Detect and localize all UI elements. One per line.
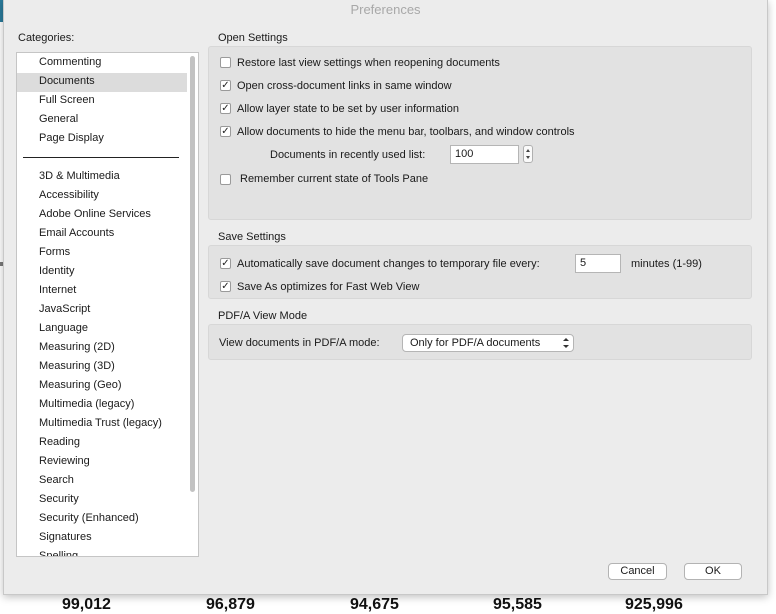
category-item[interactable]: Measuring (3D) bbox=[39, 357, 115, 376]
category-item[interactable]: Forms bbox=[39, 243, 70, 262]
category-item[interactable]: Spelling bbox=[39, 547, 78, 556]
hide-menu-bar-checkbox[interactable]: ✓ bbox=[220, 126, 231, 137]
recent-list-stepper[interactable] bbox=[523, 145, 533, 163]
category-item[interactable]: Email Accounts bbox=[39, 224, 114, 243]
hide-menu-bar-label: Allow documents to hide the menu bar, to… bbox=[237, 126, 575, 138]
checkmark-icon: ✓ bbox=[221, 80, 230, 91]
recent-list-count-field[interactable]: 100 bbox=[450, 145, 519, 164]
checkmark-icon: ✓ bbox=[221, 103, 230, 114]
category-item[interactable]: General bbox=[39, 110, 78, 129]
restore-last-view-label: Restore last view settings when reopenin… bbox=[237, 57, 500, 69]
layer-state-checkbox[interactable]: ✓ bbox=[220, 103, 231, 114]
cross-doc-links-label: Open cross-document links in same window bbox=[237, 80, 452, 92]
fast-web-view-label: Save As optimizes for Fast Web View bbox=[237, 281, 420, 293]
category-item[interactable]: Measuring (Geo) bbox=[39, 376, 122, 395]
category-divider bbox=[23, 157, 179, 158]
window-title: Preferences bbox=[350, 2, 421, 17]
category-item[interactable]: Multimedia (legacy) bbox=[39, 395, 134, 414]
pdfa-mode-select[interactable]: Only for PDF/A documents bbox=[402, 334, 574, 352]
autosave-minutes-suffix: minutes (1-99) bbox=[631, 258, 702, 270]
save-settings-title: Save Settings bbox=[218, 231, 286, 243]
pdfa-mode-label: View documents in PDF/A mode: bbox=[219, 337, 380, 349]
background-number: 95,585 bbox=[493, 596, 542, 613]
cross-doc-links-checkbox[interactable]: ✓ bbox=[220, 80, 231, 91]
background-number: 96,879 bbox=[206, 596, 255, 613]
category-item[interactable]: Internet bbox=[39, 281, 76, 300]
category-item[interactable]: Security bbox=[39, 490, 79, 509]
remember-tools-pane-checkbox[interactable] bbox=[220, 174, 231, 185]
category-item[interactable]: Full Screen bbox=[39, 91, 95, 110]
category-item[interactable]: Page Display bbox=[39, 129, 104, 148]
category-item[interactable]: Language bbox=[39, 319, 88, 338]
category-item[interactable]: Security (Enhanced) bbox=[39, 509, 139, 528]
checkmark-icon: ✓ bbox=[221, 281, 230, 292]
category-item[interactable]: Measuring (2D) bbox=[39, 338, 115, 357]
category-item[interactable]: Reading bbox=[39, 433, 80, 452]
category-item[interactable]: Adobe Online Services bbox=[39, 205, 151, 224]
checkmark-icon: ✓ bbox=[221, 258, 230, 269]
remember-tools-pane-label: Remember current state of Tools Pane bbox=[240, 173, 429, 185]
background-number: 99,012 bbox=[62, 596, 111, 613]
chevron-updown-icon bbox=[562, 336, 570, 350]
category-item[interactable]: Multimedia Trust (legacy) bbox=[39, 414, 162, 433]
autosave-label: Automatically save document changes to t… bbox=[237, 258, 540, 270]
autosave-checkbox[interactable]: ✓ bbox=[220, 258, 231, 269]
category-item[interactable]: Identity bbox=[39, 262, 74, 281]
restore-last-view-checkbox[interactable] bbox=[220, 57, 231, 68]
layer-state-label: Allow layer state to be set by user info… bbox=[237, 103, 459, 115]
category-item[interactable]: JavaScript bbox=[39, 300, 90, 319]
categories-label: Categories: bbox=[18, 32, 75, 44]
preferences-window: Preferences Categories: Commenting Docum… bbox=[3, 0, 768, 595]
open-settings-title: Open Settings bbox=[218, 32, 288, 44]
category-item[interactable]: Accessibility bbox=[39, 186, 99, 205]
recent-list-label: Documents in recently used list: bbox=[270, 149, 426, 161]
category-item[interactable]: Commenting bbox=[39, 53, 101, 72]
category-item[interactable]: Documents bbox=[39, 72, 95, 91]
category-item[interactable]: Search bbox=[39, 471, 74, 490]
category-item[interactable]: Signatures bbox=[39, 528, 92, 547]
background-number: 925,996 bbox=[625, 596, 683, 613]
categories-scrollbar[interactable] bbox=[189, 55, 196, 553]
ok-button[interactable]: OK bbox=[684, 563, 742, 580]
category-item[interactable]: 3D & Multimedia bbox=[39, 167, 120, 186]
pdfa-title: PDF/A View Mode bbox=[218, 310, 308, 322]
fast-web-view-checkbox[interactable]: ✓ bbox=[220, 281, 231, 292]
pdfa-mode-value: Only for PDF/A documents bbox=[410, 337, 541, 349]
categories-list[interactable]: Commenting Documents Full Screen General… bbox=[16, 52, 199, 557]
cancel-button[interactable]: Cancel bbox=[608, 563, 667, 580]
autosave-minutes-field[interactable]: 5 bbox=[575, 254, 621, 273]
checkmark-icon: ✓ bbox=[221, 126, 230, 137]
category-item[interactable]: Reviewing bbox=[39, 452, 90, 471]
background-number: 94,675 bbox=[350, 596, 399, 613]
scrollbar-thumb[interactable] bbox=[190, 56, 195, 492]
